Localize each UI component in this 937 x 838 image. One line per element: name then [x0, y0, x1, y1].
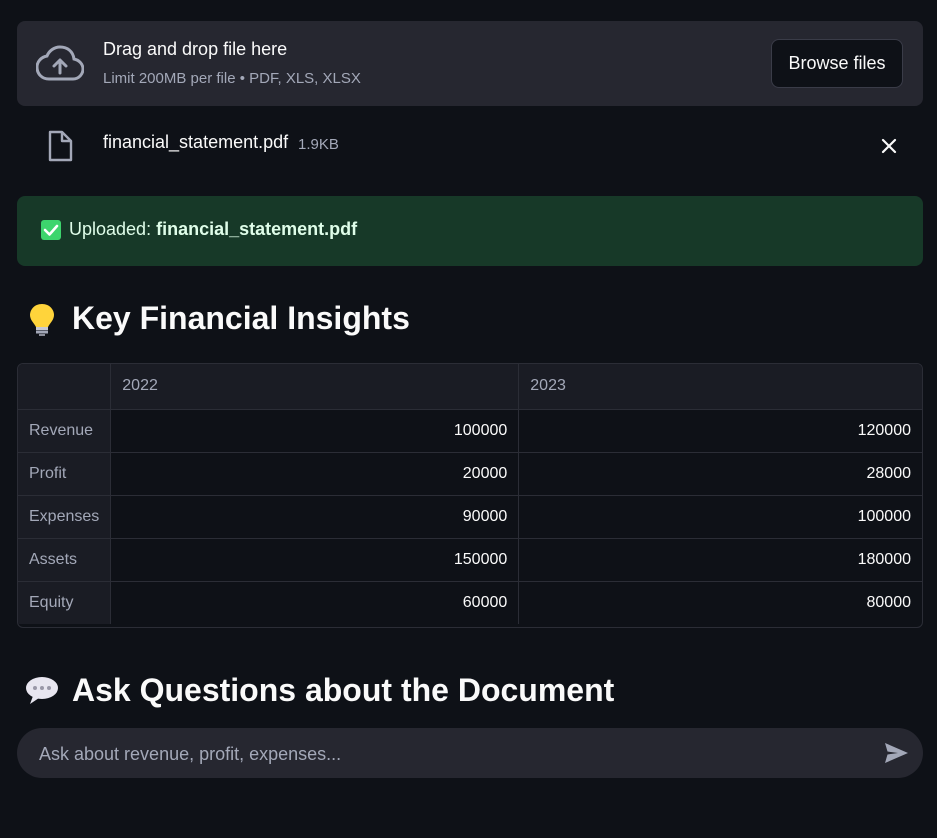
table-cell[interactable]: 180000 [518, 538, 922, 582]
chat-input[interactable] [37, 728, 871, 780]
success-filename: financial_statement.pdf [156, 219, 358, 239]
row-label[interactable]: Assets [18, 538, 112, 582]
check-icon [41, 220, 61, 240]
insights-table[interactable]: 2022 2023 Revenue 100000 120000 Profit 2… [17, 363, 923, 628]
table-row: Profit 20000 28000 [18, 452, 922, 496]
dropzone-limit: Limit 200MB per file • PDF, XLS, XLSX [103, 70, 361, 87]
uploaded-file-row: financial_statement.pdf 1.9KB [17, 122, 923, 170]
table-cell[interactable]: 80000 [519, 581, 922, 624]
speech-balloon-icon [26, 676, 58, 704]
table-row: Expenses 90000 100000 [18, 495, 922, 539]
file-uploader-dropzone[interactable]: Drag and drop file here Limit 200MB per … [17, 21, 923, 106]
cloud-upload-icon [36, 45, 84, 81]
upload-success-alert: Uploaded: financial_statement.pdf [17, 196, 923, 266]
column-header-2022[interactable]: 2022 [110, 364, 520, 410]
success-message: Uploaded: financial_statement.pdf [69, 219, 357, 240]
file-icon [48, 130, 73, 162]
browse-files-button[interactable]: Browse files [771, 39, 903, 88]
table-row: Assets 150000 180000 [18, 538, 922, 582]
table-cell[interactable]: 120000 [518, 409, 922, 453]
dropzone-title: Drag and drop file here [103, 39, 288, 59]
lightbulb-icon [30, 303, 54, 336]
questions-title: Ask Questions about the Document [72, 672, 615, 708]
row-label[interactable]: Expenses [18, 495, 112, 539]
send-icon[interactable] [883, 741, 909, 765]
row-label[interactable]: Revenue [18, 409, 112, 453]
column-header-index[interactable] [18, 364, 112, 410]
table-cell[interactable]: 100000 [518, 495, 922, 539]
table-row: Revenue 100000 120000 [18, 409, 922, 453]
questions-heading: Ask Questions about the Document [24, 672, 614, 709]
table-cell[interactable]: 100000 [110, 409, 520, 453]
table-cell[interactable]: 90000 [110, 495, 520, 539]
close-icon[interactable] [878, 135, 900, 157]
insights-title: Key Financial Insights [72, 300, 410, 336]
chat-input-bar [17, 728, 923, 780]
table-cell[interactable]: 60000 [110, 581, 520, 624]
success-prefix: Uploaded: [69, 219, 157, 239]
row-label[interactable]: Equity [18, 581, 112, 624]
table-cell[interactable]: 150000 [110, 538, 520, 582]
file-size: 1.9KB [298, 136, 339, 153]
table-header-row: 2022 2023 [18, 364, 922, 410]
insights-heading: Key Financial Insights [24, 300, 410, 337]
column-header-2023[interactable]: 2023 [518, 364, 922, 410]
table-row: Equity 60000 80000 [18, 581, 922, 624]
table-cell[interactable]: 20000 [110, 452, 520, 496]
file-name: financial_statement.pdf [103, 132, 289, 152]
row-label[interactable]: Profit [18, 452, 112, 496]
table-cell[interactable]: 28000 [518, 452, 922, 496]
